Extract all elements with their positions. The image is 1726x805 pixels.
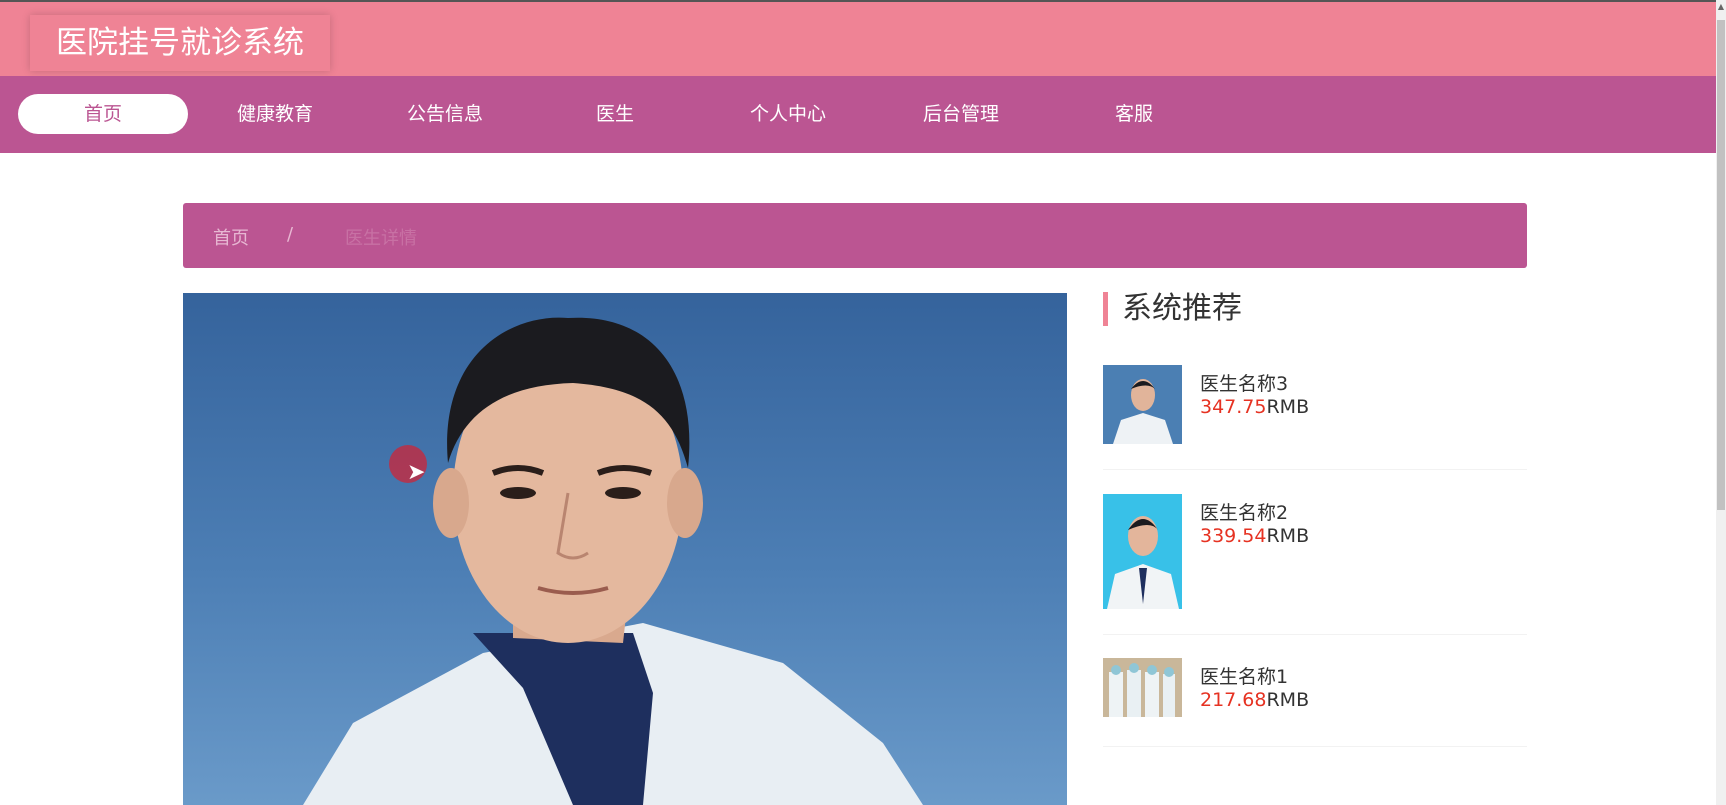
doctor-thumbnail[interactable]: [1103, 365, 1182, 444]
recommend-name[interactable]: 医生名称3: [1200, 369, 1288, 396]
doctor-thumbnail[interactable]: [1103, 494, 1182, 609]
scroll-thumb[interactable]: [1717, 20, 1725, 510]
breadcrumb-separator: /: [287, 224, 294, 245]
recommend-price: 347.75RMB: [1200, 396, 1310, 418]
page-scrollbar[interactable]: ▲: [1716, 0, 1726, 805]
recommend-item[interactable]: 医生名称3 347.75RMB: [1103, 365, 1527, 470]
doctor-photo: [183, 293, 1067, 805]
nav-admin[interactable]: 后台管理: [876, 94, 1046, 134]
doctor-portrait-image: [303, 317, 923, 805]
nav-announcements[interactable]: 公告信息: [360, 94, 530, 134]
doctor-thumbnail[interactable]: [1103, 658, 1182, 717]
recommend-title: 系统推荐: [1103, 292, 1242, 326]
main-nav: 首页 健康教育 公告信息 医生 个人中心 后台管理 客服: [0, 76, 1716, 153]
breadcrumb-home[interactable]: 首页: [213, 224, 249, 250]
recommend-name[interactable]: 医生名称2: [1200, 498, 1288, 525]
nav-personal-center[interactable]: 个人中心: [703, 94, 873, 134]
site-title: 医院挂号就诊系统: [30, 15, 330, 71]
nav-doctors[interactable]: 医生: [530, 94, 700, 134]
nav-customer-service[interactable]: 客服: [1049, 94, 1219, 134]
recommend-item[interactable]: 医生名称1 217.68RMB: [1103, 658, 1527, 747]
scroll-up-arrow-icon[interactable]: ▲: [1716, 0, 1726, 14]
breadcrumb: 首页 / 医生详情: [183, 203, 1527, 268]
recommend-price: 339.54RMB: [1200, 525, 1310, 547]
recommend-item[interactable]: 医生名称2 339.54RMB: [1103, 494, 1527, 635]
site-header: 医院挂号就诊系统: [0, 0, 1716, 78]
mouse-pointer-icon: ➤: [407, 460, 426, 485]
recommend-name[interactable]: 医生名称1: [1200, 662, 1288, 689]
nav-health-education[interactable]: 健康教育: [190, 94, 360, 134]
recommend-price: 217.68RMB: [1200, 689, 1310, 711]
nav-home[interactable]: 首页: [18, 94, 188, 134]
breadcrumb-current: 医生详情: [345, 228, 417, 249]
